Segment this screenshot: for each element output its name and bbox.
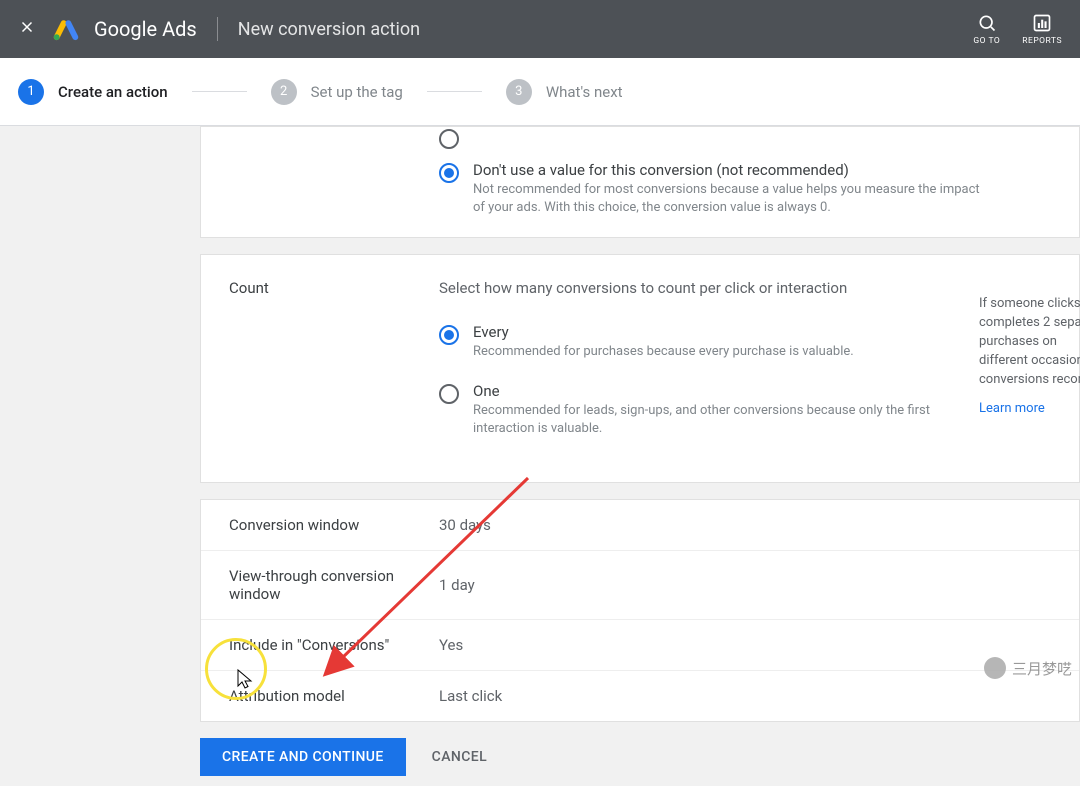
row-value: 1 day	[439, 576, 475, 594]
radio-use-different-values[interactable]	[229, 127, 1051, 149]
cancel-button[interactable]: CANCEL	[432, 749, 487, 765]
progress-stepper: 1 Create an action 2 Set up the tag 3 Wh…	[0, 58, 1080, 126]
radio-icon[interactable]	[439, 325, 459, 345]
count-label: Count	[229, 279, 439, 458]
radio-description: Recommended for leads, sign-ups, and oth…	[473, 402, 993, 438]
radio-title: Don't use a value for this conversion (n…	[473, 161, 993, 179]
step-number: 2	[271, 79, 297, 105]
row-conversion-window[interactable]: Conversion window 30 days	[201, 500, 1079, 551]
google-ads-logo-icon	[52, 15, 80, 43]
step-label: Create an action	[58, 83, 168, 101]
settings-card: Conversion window 30 days View-through c…	[200, 499, 1080, 722]
count-card: Count Select how many conversions to cou…	[200, 254, 1080, 483]
learn-more-link[interactable]: Learn more	[979, 400, 1080, 419]
row-label: Attribution model	[229, 687, 439, 705]
radio-description: Not recommended for most conversions bec…	[473, 181, 993, 217]
step-label: Set up the tag	[311, 83, 403, 101]
row-label: Conversion window	[229, 516, 439, 534]
header-divider	[217, 17, 218, 41]
row-viewthrough-window[interactable]: View-through conversion window 1 day	[201, 551, 1079, 620]
reports-label: REPORTS	[1022, 36, 1062, 46]
row-include-conversions[interactable]: Include in "Conversions" Yes	[201, 620, 1079, 671]
search-icon	[977, 13, 997, 33]
radio-icon[interactable]	[439, 129, 459, 149]
row-value: Last click	[439, 687, 502, 705]
reports-button[interactable]: REPORTS	[1022, 13, 1062, 46]
row-label: View-through conversion window	[229, 567, 439, 603]
action-bar: CREATE AND CONTINUE CANCEL	[200, 738, 1080, 786]
step-connector	[192, 91, 247, 92]
row-value: Yes	[439, 636, 463, 654]
value-card: Don't use a value for this conversion (n…	[200, 126, 1080, 238]
close-button[interactable]	[18, 18, 36, 40]
step-connector	[427, 91, 482, 92]
radio-icon[interactable]	[439, 163, 459, 183]
search-button[interactable]: GO TO	[973, 13, 1000, 46]
radio-count-one[interactable]: One Recommended for leads, sign-ups, and…	[439, 382, 1051, 438]
row-label: Include in "Conversions"	[229, 636, 439, 654]
radio-title: Every	[473, 323, 854, 341]
step-whats-next[interactable]: 3 What's next	[506, 79, 623, 105]
help-panel: If someone clicks completes 2 separate p…	[979, 295, 1080, 418]
step-create-action[interactable]: 1 Create an action	[18, 79, 168, 105]
radio-dont-use-value[interactable]: Don't use a value for this conversion (n…	[229, 161, 1051, 217]
radio-description: Recommended for purchases because every …	[473, 343, 854, 361]
count-prompt: Select how many conversions to count per…	[439, 279, 1051, 297]
search-label: GO TO	[973, 36, 1000, 46]
radio-title: One	[473, 382, 993, 400]
step-number: 3	[506, 79, 532, 105]
row-value: 30 days	[439, 516, 491, 534]
radio-count-every[interactable]: Every Recommended for purchases because …	[439, 323, 1051, 361]
app-header: Google Ads New conversion action GO TO R…	[0, 0, 1080, 58]
create-and-continue-button[interactable]: CREATE AND CONTINUE	[200, 738, 406, 776]
brand-title: Google Ads	[94, 17, 197, 41]
help-text: If someone clicks completes 2 separate p…	[979, 296, 1080, 386]
close-icon	[18, 18, 36, 36]
row-attribution-model[interactable]: Attribution model Last click	[201, 671, 1079, 721]
page-title: New conversion action	[238, 19, 420, 40]
step-number: 1	[18, 79, 44, 105]
step-label: What's next	[546, 83, 623, 101]
step-setup-tag[interactable]: 2 Set up the tag	[271, 79, 403, 105]
radio-icon[interactable]	[439, 384, 459, 404]
reports-icon	[1032, 13, 1052, 33]
